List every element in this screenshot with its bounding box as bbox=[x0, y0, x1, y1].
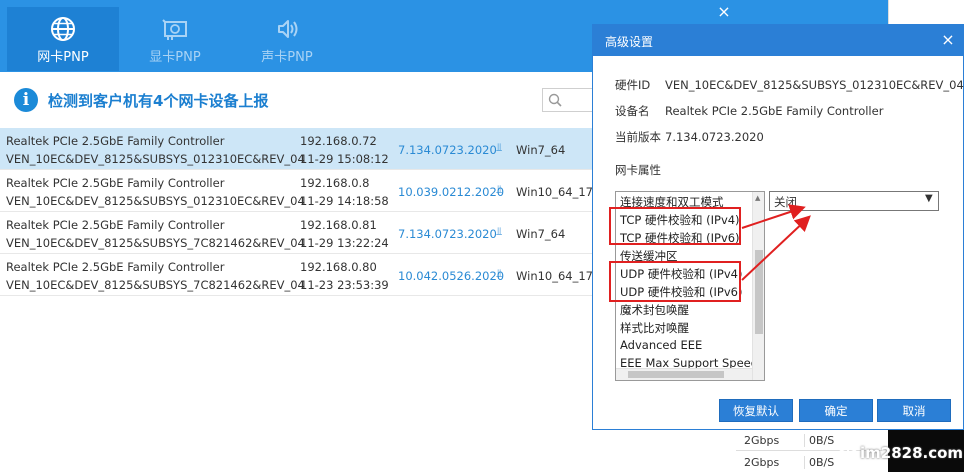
device-ip: 192.168.0.72 bbox=[300, 134, 377, 148]
device-os: Win7_64 bbox=[516, 227, 566, 241]
device-name: Realtek PCIe 2.5GbE Family Controller bbox=[6, 176, 225, 190]
device-hwid: VEN_10EC&DEV_8125&SUBSYS_012310EC&REV_04 bbox=[6, 194, 305, 208]
device-time: 11-23 23:53:39 bbox=[300, 278, 389, 292]
device-list: Realtek PCIe 2.5GbE Family Controller VE… bbox=[0, 128, 600, 296]
advanced-settings-dialog: 高级设置 × 硬件ID VEN_10EC&DEV_8125&SUBSYS_0123… bbox=[592, 24, 964, 430]
list-item[interactable]: Advanced EEE bbox=[620, 338, 702, 356]
device-value: Realtek PCIe 2.5GbE Family Controller bbox=[665, 104, 884, 118]
chevron-down-icon[interactable]: ⫫ bbox=[496, 141, 502, 155]
ok-button[interactable]: 确定 bbox=[799, 399, 873, 422]
dialog-close-button[interactable]: × bbox=[937, 29, 959, 51]
driver-version: 7.134.0723.2020 bbox=[398, 227, 497, 241]
selected-value: 关闭 bbox=[774, 195, 797, 209]
device-time: 11-29 15:08:12 bbox=[300, 152, 389, 166]
watermark-text: im2828.com bbox=[860, 444, 964, 462]
scrollbar-thumb[interactable] bbox=[755, 250, 763, 334]
device-os: Win10_64_177 bbox=[516, 185, 592, 199]
version-field: 当前版本 7.134.0723.2020 bbox=[615, 129, 764, 145]
tab-nic-pnp-label: 网卡PNP bbox=[37, 50, 89, 65]
dialog-title: 高级设置 bbox=[605, 35, 654, 49]
device-row[interactable]: Realtek PCIe 2.5GbE Family Controller VE… bbox=[0, 128, 600, 170]
restore-defaults-button[interactable]: 恢复默认 bbox=[719, 399, 793, 422]
device-os: Win10_64_177 bbox=[516, 269, 592, 283]
hwid-value: VEN_10EC&DEV_8125&SUBSYS_012310EC&REV_04 bbox=[665, 78, 964, 92]
property-value-select[interactable]: 关闭 ▼ bbox=[769, 191, 939, 211]
version-label: 当前版本 bbox=[615, 130, 661, 144]
device-hwid: VEN_10EC&DEV_8125&SUBSYS_7C821462&REV_04 bbox=[6, 278, 305, 292]
graphics-card-icon bbox=[162, 19, 187, 40]
driver-version: 10.039.0212.2020 bbox=[398, 185, 505, 199]
device-row[interactable]: Realtek PCIe 2.5GbE Family Controller VE… bbox=[0, 212, 600, 254]
device-ip: 192.168.0.81 bbox=[300, 218, 377, 232]
horizontal-scrollbar[interactable] bbox=[616, 368, 752, 380]
device-time: 11-29 13:22:24 bbox=[300, 236, 389, 250]
device-name: Realtek PCIe 2.5GbE Family Controller bbox=[6, 260, 225, 274]
tab-audio-pnp-label: 声卡PNP bbox=[261, 50, 313, 65]
hwid-label: 硬件ID bbox=[615, 78, 651, 92]
chevron-down-icon[interactable]: ⫫ bbox=[496, 225, 502, 239]
link-speed: 2Gbps bbox=[744, 456, 780, 469]
tab-audio-pnp[interactable]: 声卡PNP bbox=[231, 7, 343, 71]
list-item[interactable]: 魔术封包唤醒 bbox=[620, 302, 689, 320]
chevron-down-icon[interactable]: ⫫ bbox=[496, 183, 502, 197]
device-hwid: VEN_10EC&DEV_8125&SUBSYS_7C821462&REV_04 bbox=[6, 236, 305, 250]
device-time: 11-29 14:18:58 bbox=[300, 194, 389, 208]
device-hwid: VEN_10EC&DEV_8125&SUBSYS_012310EC&REV_04 bbox=[6, 152, 305, 166]
tab-nic-pnp[interactable]: 网卡PNP bbox=[7, 7, 119, 71]
device-row[interactable]: Realtek PCIe 2.5GbE Family Controller VE… bbox=[0, 170, 600, 212]
device-name: Realtek PCIe 2.5GbE Family Controller bbox=[6, 134, 225, 148]
vertical-scrollbar[interactable]: ▲ bbox=[752, 192, 764, 380]
dialog-title-bar[interactable]: 高级设置 × bbox=[593, 25, 963, 56]
device-ip: 192.168.0.8 bbox=[300, 176, 370, 190]
search-input[interactable] bbox=[542, 88, 598, 112]
snowflake-icon bbox=[839, 445, 857, 463]
list-item[interactable]: 样式比对唤醒 bbox=[620, 320, 689, 338]
cancel-button[interactable]: 取消 bbox=[877, 399, 951, 422]
driver-version: 7.134.0723.2020 bbox=[398, 143, 497, 157]
device-label: 设备名 bbox=[615, 104, 650, 118]
throughput: 0B/S bbox=[804, 456, 834, 469]
link-speed: 2Gbps bbox=[744, 434, 780, 447]
search-icon bbox=[548, 93, 562, 107]
device-row[interactable]: Realtek PCIe 2.5GbE Family Controller VE… bbox=[0, 254, 600, 296]
info-icon: i bbox=[14, 88, 38, 112]
globe-icon bbox=[51, 17, 75, 41]
scroll-up-icon[interactable]: ▲ bbox=[755, 194, 760, 202]
version-value: 7.134.0723.2020 bbox=[665, 130, 764, 144]
device-name-field: 设备名 Realtek PCIe 2.5GbE Family Controller bbox=[615, 103, 883, 119]
chevron-down-icon: ▼ bbox=[925, 193, 933, 204]
device-ip: 192.168.0.80 bbox=[300, 260, 377, 274]
speaker-icon bbox=[278, 20, 298, 38]
hwid-field: 硬件ID VEN_10EC&DEV_8125&SUBSYS_012310EC&RE… bbox=[615, 77, 964, 93]
tab-gpu-pnp[interactable]: 显卡PNP bbox=[119, 7, 231, 71]
tcp-highlight-box bbox=[609, 207, 741, 245]
tab-gpu-pnp-label: 显卡PNP bbox=[149, 50, 201, 65]
nic-properties-label: 网卡属性 bbox=[615, 163, 661, 177]
scrollbar-thumb[interactable] bbox=[628, 371, 724, 378]
banner-text: 检测到客户机有4个网卡设备上报 bbox=[48, 92, 269, 110]
udp-highlight-box bbox=[609, 261, 741, 302]
window-close-button[interactable]: × bbox=[714, 2, 734, 22]
device-name: Realtek PCIe 2.5GbE Family Controller bbox=[6, 218, 225, 232]
device-os: Win7_64 bbox=[516, 143, 566, 157]
chevron-down-icon[interactable]: ⫫ bbox=[496, 267, 502, 281]
throughput: 0B/S bbox=[804, 434, 834, 447]
driver-version: 10.042.0526.2020 bbox=[398, 269, 505, 283]
